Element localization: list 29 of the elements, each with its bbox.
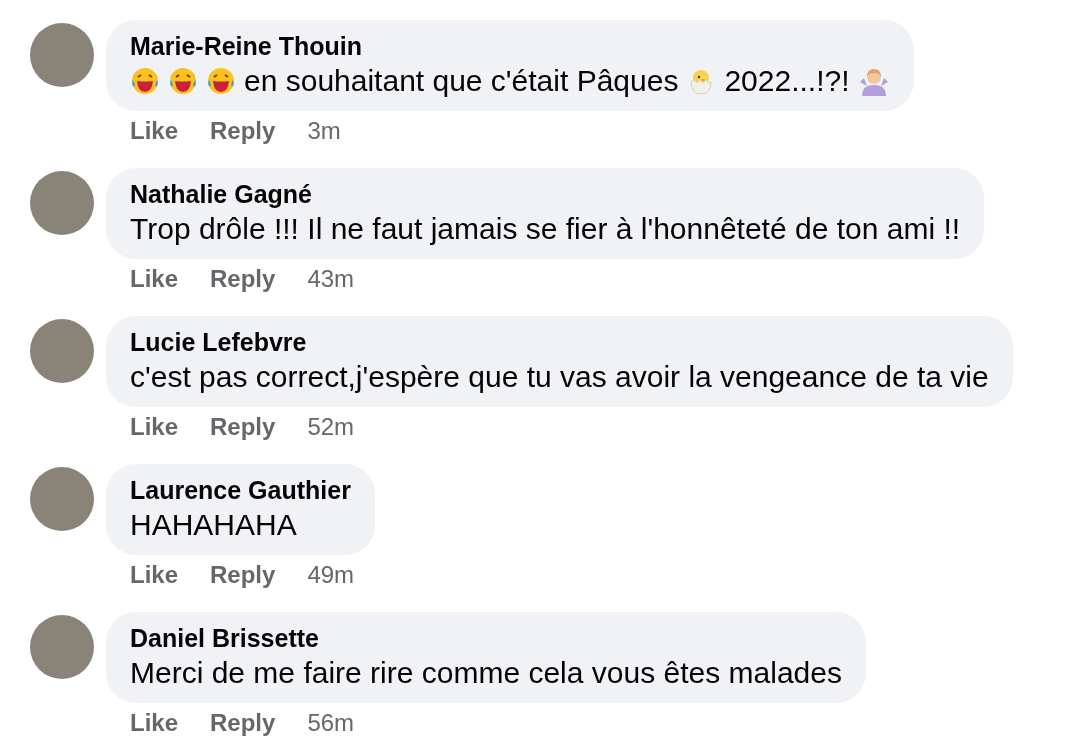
action-link[interactable]: Like: [130, 265, 179, 293]
timestamp: 43m: [307, 265, 355, 293]
action-link[interactable]: Like: [130, 117, 179, 145]
action-link[interactable]: Reply: [210, 561, 276, 589]
author-name[interactable]: Nathalie Gagné: [130, 180, 961, 209]
action-link[interactable]: Like: [130, 413, 179, 441]
comment-text: c'est pas correct,j'espère que tu vas avoir la vengeance de ta vie: [130, 360, 989, 394]
timestamp: 56m: [307, 709, 355, 737]
comment-text: en souhaitant que c'était Pâques: [244, 64, 679, 98]
author-name[interactable]: Lucie Lefebvre: [130, 328, 989, 357]
action-link[interactable]: Reply: [210, 413, 276, 441]
author-name[interactable]: Marie-Reine Thouin: [130, 32, 890, 61]
action-link[interactable]: Like: [130, 561, 179, 589]
author-name[interactable]: Laurence Gauthier: [130, 476, 351, 505]
laughing-face-icon: [206, 66, 236, 96]
timestamp: 49m: [307, 561, 355, 589]
laughing-face-icon: [168, 66, 198, 96]
comment-text: Trop drôle !!! Il ne faut jamais se fier à l'honnêteté de ton ami !!: [130, 212, 961, 246]
action-link[interactable]: Reply: [210, 117, 276, 145]
comment-text: HAHAHAHA: [130, 508, 297, 542]
action-link[interactable]: Like: [130, 709, 179, 737]
laughing-face-icon: [130, 66, 160, 96]
comment-text: 2022...!?!: [724, 64, 850, 98]
action-link[interactable]: Reply: [210, 265, 276, 293]
action-link[interactable]: Reply: [210, 709, 276, 737]
comment-text: Merci de me faire rire comme cela vous êtes malades: [130, 656, 842, 690]
timestamp: 52m: [307, 413, 355, 441]
timestamp: 3m: [307, 117, 341, 145]
author-name[interactable]: Daniel Brissette: [130, 624, 842, 653]
